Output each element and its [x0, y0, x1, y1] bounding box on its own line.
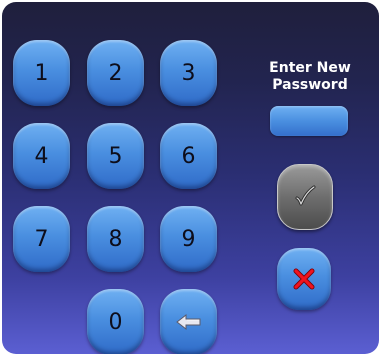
x-mark-icon	[292, 267, 316, 291]
confirm-button[interactable]	[277, 164, 333, 230]
key-8-label: 8	[108, 226, 123, 252]
key-1[interactable]: 1	[13, 40, 70, 106]
key-6-label: 6	[181, 143, 196, 169]
key-7[interactable]: 7	[13, 206, 70, 272]
key-4[interactable]: 4	[13, 123, 70, 189]
key-4-label: 4	[34, 143, 49, 169]
password-field[interactable]	[270, 106, 348, 136]
key-9[interactable]: 9	[160, 206, 217, 272]
cancel-button[interactable]	[277, 248, 331, 310]
key-3-label: 3	[181, 60, 196, 86]
key-9-label: 9	[181, 226, 196, 252]
key-7-label: 7	[34, 226, 49, 252]
prompt-line-1: Enter New	[269, 60, 351, 76]
key-0[interactable]: 0	[87, 289, 144, 354]
backspace-arrow-icon	[175, 313, 202, 331]
key-5-label: 5	[108, 143, 123, 169]
key-2[interactable]: 2	[87, 40, 144, 106]
key-2-label: 2	[108, 60, 123, 86]
password-keypad-panel: 1 2 3 4 5 6 7 8 9 0 Enter New Password	[2, 2, 379, 354]
key-5[interactable]: 5	[87, 123, 144, 189]
backspace-button[interactable]	[160, 289, 217, 354]
prompt-line-2: Password	[272, 77, 348, 93]
key-6[interactable]: 6	[160, 123, 217, 189]
key-0-label: 0	[108, 309, 123, 335]
key-3[interactable]: 3	[160, 40, 217, 106]
key-1-label: 1	[34, 60, 49, 86]
checkmark-icon	[291, 183, 319, 211]
enter-new-password-prompt: Enter New Password	[252, 60, 368, 94]
key-8[interactable]: 8	[87, 206, 144, 272]
